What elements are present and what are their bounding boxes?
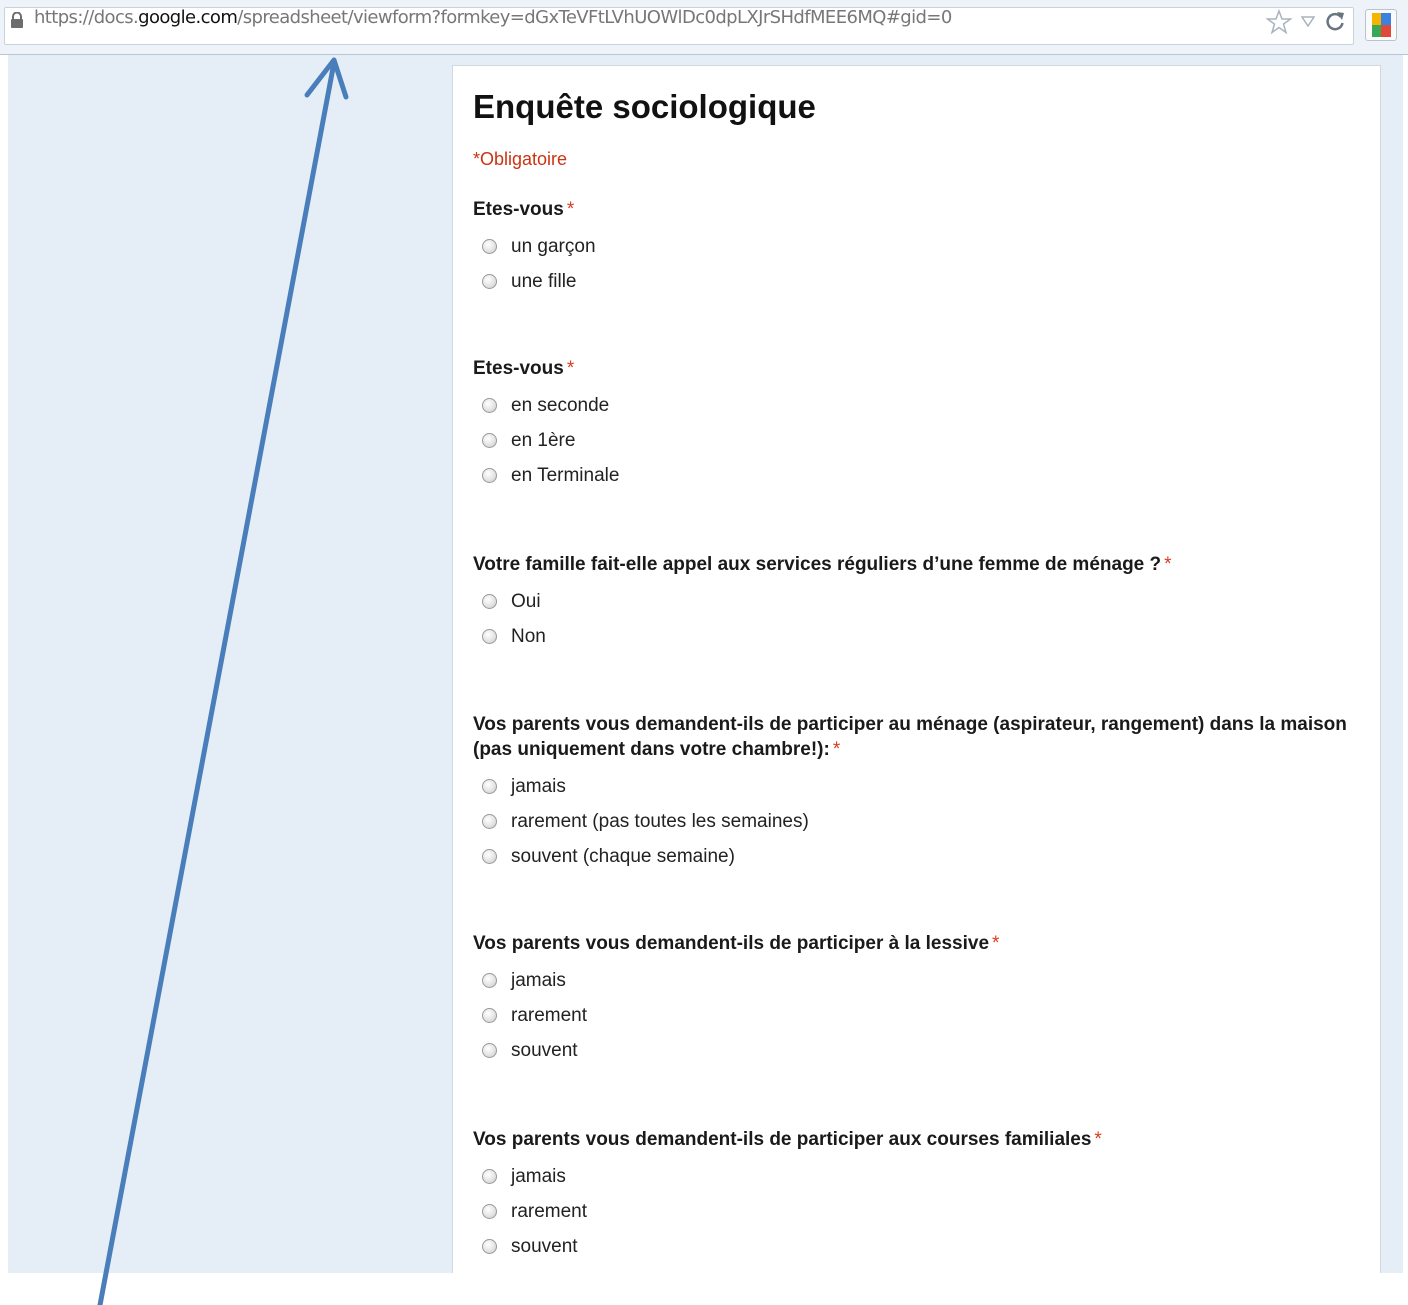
annotation-arrow (97, 57, 349, 1305)
